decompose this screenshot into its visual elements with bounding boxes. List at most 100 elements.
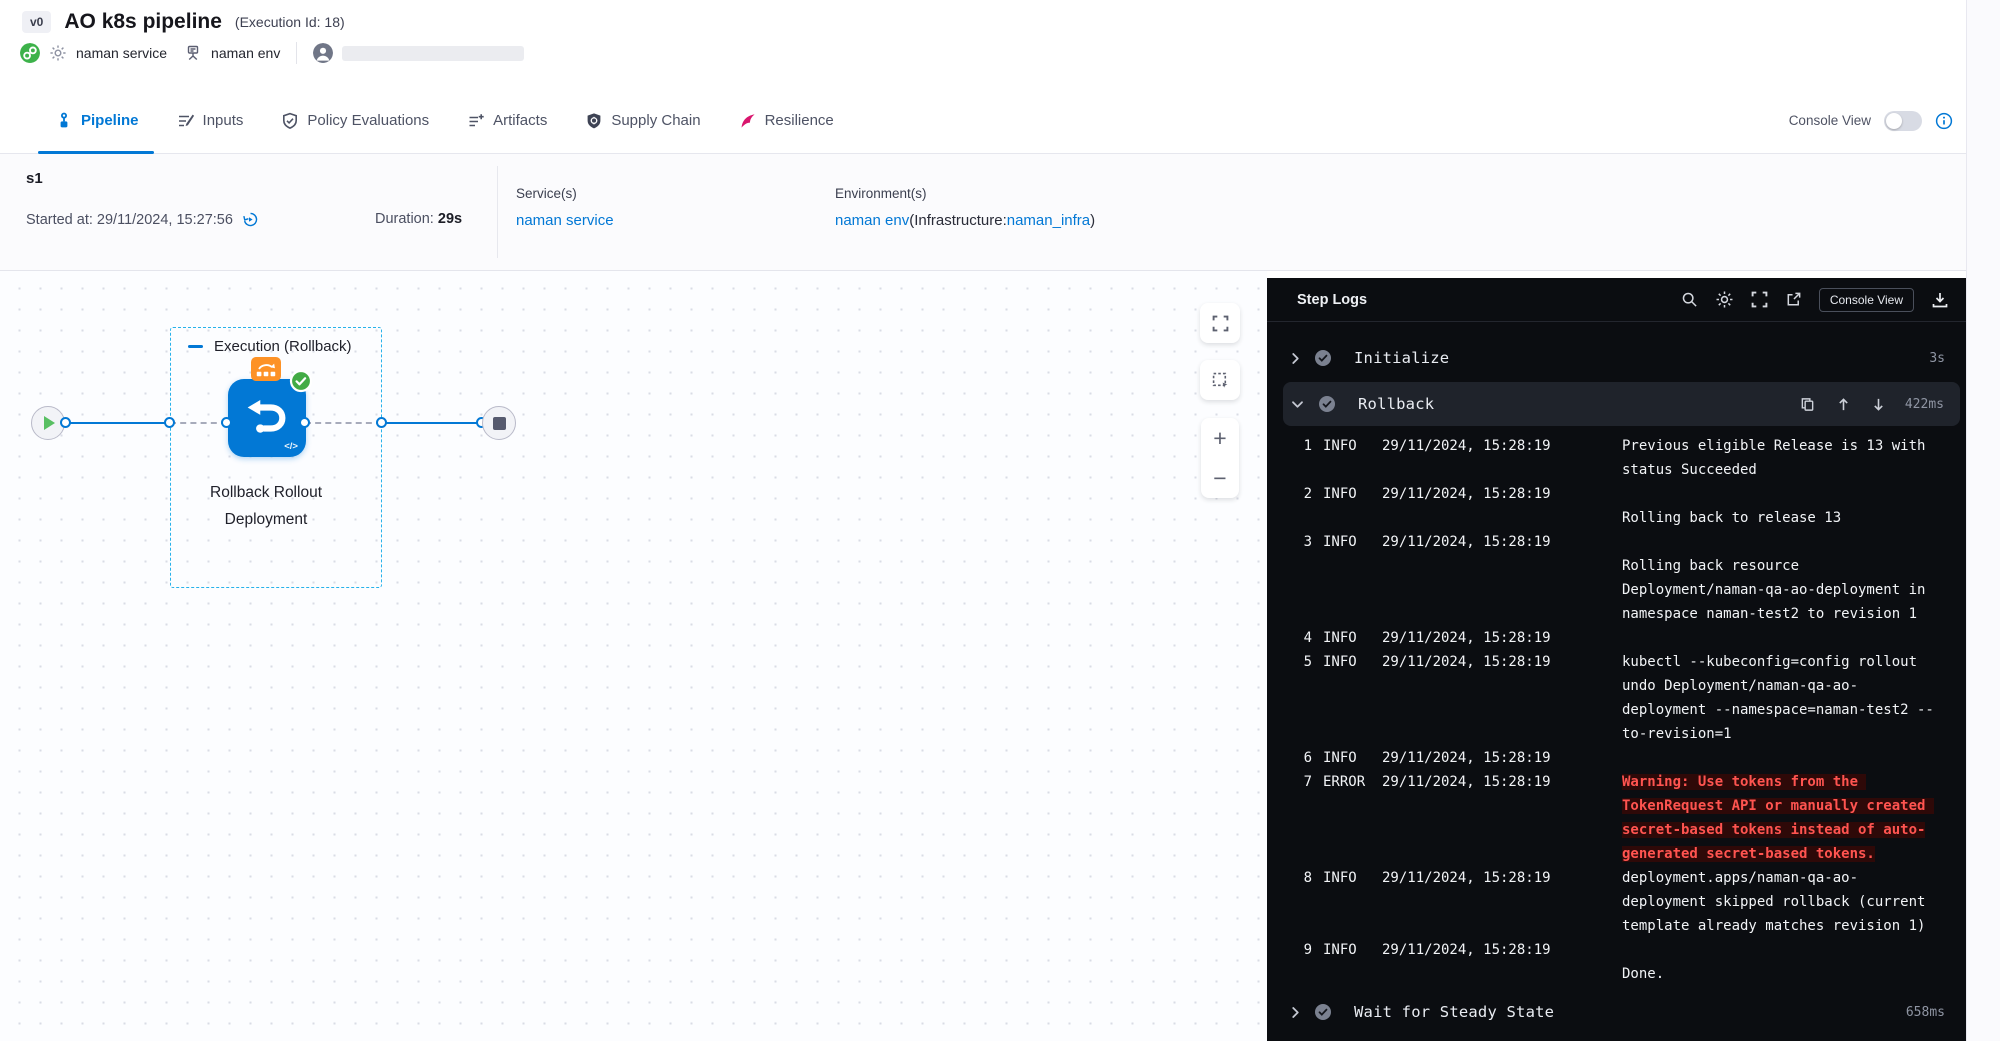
search-icon[interactable]: [1681, 291, 1698, 308]
log-line-number: 2: [1267, 482, 1312, 506]
edge-start-to-group: [66, 422, 170, 424]
log-timestamp: 29/11/2024, 15:28:19: [1382, 650, 1568, 674]
zoom-out-button[interactable]: −: [1213, 467, 1226, 490]
download-logs-icon[interactable]: [1931, 291, 1949, 309]
scroll-to-top-icon[interactable]: [1837, 397, 1850, 412]
log-message: deployment.apps/naman-qa-ao-deployment s…: [1622, 866, 1938, 938]
execution-rollback-group: Execution (Rollback) </>: [170, 327, 382, 588]
harness-pipeline-execution-page: v0 AO k8s pipeline (Execution Id: 18) na…: [0, 0, 2000, 1041]
execution-history-icon[interactable]: [242, 211, 259, 228]
log-timestamp: 29/11/2024, 15:28:19: [1382, 938, 1568, 962]
environment-icon: [184, 44, 202, 62]
log-level: INFO: [1323, 866, 1371, 890]
version-badge: v0: [22, 11, 51, 33]
step-duration: 422ms: [1905, 397, 1944, 412]
pipeline-title: AO k8s pipeline: [64, 10, 222, 34]
step-row-wait-for-steady-state[interactable]: Wait for Steady State 658ms: [1267, 990, 1967, 1034]
tab-policy-evaluations[interactable]: Policy Evaluations: [281, 112, 429, 130]
copy-logs-icon[interactable]: [1800, 397, 1815, 412]
log-line: 2 INFO 29/11/2024, 15:28:19 Rolling back…: [1267, 482, 1967, 530]
info-icon[interactable]: [1935, 112, 1953, 130]
tab-resilience[interactable]: Resilience: [739, 112, 834, 130]
step-duration: 658ms: [1906, 1005, 1945, 1020]
script-glyph: </>: [284, 441, 298, 452]
log-message: Rolling back resource Deployment/naman-q…: [1622, 530, 1938, 626]
log-line-number: 5: [1267, 650, 1312, 674]
step-logs-title: Step Logs: [1297, 292, 1367, 308]
edge-group-to-end: [382, 422, 482, 424]
redacted-user-email: [342, 46, 524, 61]
supply-chain-shield-icon: [585, 112, 603, 130]
log-level: INFO: [1323, 626, 1371, 650]
tab-supply-chain[interactable]: Supply Chain: [585, 112, 700, 130]
scroll-to-bottom-icon[interactable]: [1872, 397, 1885, 412]
canvas-fullscreen-button[interactable]: [1200, 303, 1240, 343]
chevron-right-icon[interactable]: [1291, 352, 1300, 365]
zoom-in-button[interactable]: +: [1213, 427, 1226, 450]
connector-dot: [376, 417, 387, 428]
collapse-group-icon[interactable]: [188, 345, 203, 348]
log-line-number: 9: [1267, 938, 1312, 962]
service-gear-icon: [49, 44, 67, 62]
tab-artifacts[interactable]: Artifacts: [467, 112, 547, 130]
end-node: [482, 406, 516, 440]
step-success-icon: [1314, 349, 1332, 367]
console-view-button[interactable]: Console View: [1819, 288, 1914, 312]
avatar: [313, 43, 333, 63]
environment-link[interactable]: naman env: [835, 212, 909, 229]
environments-label: Environment(s): [835, 186, 927, 201]
pipeline-canvas[interactable]: Execution (Rollback) </> Rollback Rollou…: [0, 271, 1267, 1041]
step-success-icon: [1318, 395, 1336, 413]
rollback-undo-icon: [244, 395, 290, 441]
tab-pipeline[interactable]: Pipeline: [55, 112, 139, 130]
step-row-initialize[interactable]: Initialize 3s: [1267, 336, 1967, 380]
play-icon: [44, 416, 55, 430]
log-timestamp: 29/11/2024, 15:28:19: [1382, 482, 1568, 506]
log-line: 5 INFO 29/11/2024, 15:28:19 kubectl --ku…: [1267, 650, 1967, 746]
zoom-controls: + −: [1201, 418, 1239, 498]
inputs-icon: [177, 112, 195, 130]
node-label: Rollback Rollout Deployment: [191, 479, 341, 533]
log-line: 8 INFO 29/11/2024, 15:28:19 deployment.a…: [1267, 866, 1967, 938]
stop-icon: [493, 417, 506, 430]
log-line-number: 3: [1267, 530, 1312, 554]
page-scrollbar[interactable]: [1966, 0, 2000, 1041]
step-row-rollback[interactable]: Rollback 422ms: [1283, 382, 1960, 426]
log-line-number: 4: [1267, 626, 1312, 650]
tab-bar: Pipeline Inputs Policy Evaluations Artif…: [0, 88, 1967, 154]
console-view-toggle[interactable]: [1884, 111, 1922, 131]
logs-fullscreen-icon[interactable]: [1751, 291, 1768, 308]
log-timestamp: 29/11/2024, 15:28:19: [1382, 434, 1568, 458]
connector-dot: [60, 417, 71, 428]
log-level: INFO: [1323, 434, 1371, 458]
infrastructure-link[interactable]: naman_infra: [1007, 212, 1090, 229]
cd-module-icon: [20, 43, 40, 63]
log-level: ERROR: [1323, 770, 1371, 794]
log-line: 3 INFO 29/11/2024, 15:28:19 Rolling back…: [1267, 530, 1967, 626]
log-line: 4 INFO 29/11/2024, 15:28:19: [1267, 626, 1967, 650]
resilience-chaos-icon: [739, 112, 757, 130]
tab-inputs[interactable]: Inputs: [177, 112, 244, 130]
step-logs-header: Step Logs Console View: [1267, 278, 1967, 322]
stage-duration: Duration: 29s: [375, 211, 462, 227]
canvas-select-button[interactable]: [1200, 360, 1240, 400]
chevron-right-icon[interactable]: [1291, 1006, 1300, 1019]
log-settings-gear-icon[interactable]: [1715, 290, 1734, 309]
log-level: INFO: [1323, 938, 1371, 962]
log-message: Done.: [1622, 938, 1938, 986]
environment-value: naman env(Infrastructure:naman_infra): [835, 212, 1095, 229]
connector-dot: [221, 417, 232, 428]
open-in-new-icon[interactable]: [1785, 291, 1802, 308]
marquee-select-icon: [1212, 372, 1229, 389]
log-message: Rolling back to release 13: [1622, 482, 1938, 530]
execution-id: (Execution Id: 18): [235, 14, 345, 30]
log-lines: 1 INFO 29/11/2024, 15:28:19 Previous eli…: [1267, 428, 1967, 988]
log-line: 6 INFO 29/11/2024, 15:28:19: [1267, 746, 1967, 770]
step-duration: 3s: [1929, 351, 1945, 366]
chevron-down-icon[interactable]: [1291, 400, 1304, 409]
rollback-step-node[interactable]: </>: [228, 379, 306, 457]
service-link[interactable]: naman service: [516, 212, 614, 229]
services-label: Service(s): [516, 186, 577, 201]
log-timestamp: 29/11/2024, 15:28:19: [1382, 746, 1568, 770]
log-level: INFO: [1323, 650, 1371, 674]
